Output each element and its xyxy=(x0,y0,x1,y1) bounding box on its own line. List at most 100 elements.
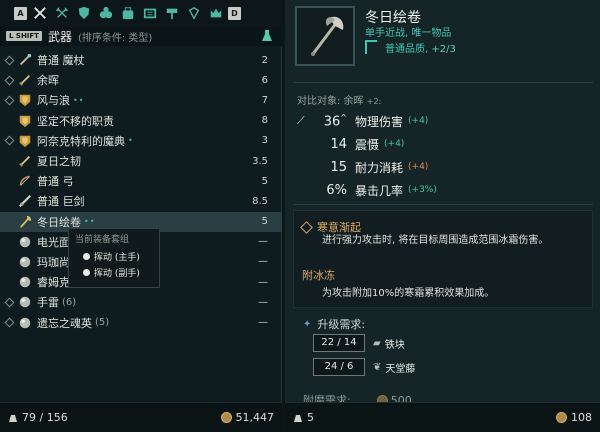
compare-target: 对比对象: 余晖 +2: xyxy=(297,92,381,107)
stat-value: 6% xyxy=(326,182,347,198)
rune-marks-icon: •• xyxy=(73,95,85,105)
weapon-row[interactable]: 阿奈克特利的魔典 • 3 xyxy=(0,131,282,151)
crossed-swords-icon[interactable] xyxy=(30,3,49,23)
item-value: 108 xyxy=(556,411,592,424)
item-quality: 普通品质, +2/3 xyxy=(385,40,456,55)
weapon-name: 夏日之韧 xyxy=(37,155,81,169)
requirement-material: ▰ 铁块 xyxy=(373,336,405,351)
stat-label: 震慑 xyxy=(355,137,380,152)
weapon-name: 遗忘之魂英 xyxy=(37,316,92,330)
tooltip-title: 当前装备套组 xyxy=(75,235,130,245)
weapon-row[interactable]: 余晖 6 xyxy=(0,70,282,90)
orb-icon xyxy=(17,254,33,270)
next-category-key[interactable]: D xyxy=(228,6,241,20)
weapon-weight: — xyxy=(258,236,268,248)
sort-shift-key[interactable]: L SHIFT xyxy=(6,31,42,41)
weapon-row[interactable]: 风与浪 •• 7 xyxy=(0,90,282,110)
orb-icon xyxy=(17,294,33,310)
tooltip-item-main-hand[interactable]: 挥动 (主手) xyxy=(83,248,153,264)
carry-weight: 79 / 156 xyxy=(8,411,68,424)
weapon-weight: 5 xyxy=(261,216,268,228)
material-name: 铁块 xyxy=(384,339,405,351)
tooltip-item-label: 挥动 (主手) xyxy=(94,252,140,263)
prev-category-key[interactable]: A xyxy=(14,6,27,20)
hammer-icon[interactable] xyxy=(162,3,181,23)
weapon-row[interactable]: 坚定不移的职责 8 xyxy=(0,111,282,131)
stat-value: 14 xyxy=(330,136,347,152)
gold-coin-icon xyxy=(556,412,567,423)
weapon-weight: — xyxy=(258,276,268,288)
scroll-icon[interactable] xyxy=(140,3,159,23)
weight-icon xyxy=(294,414,302,422)
weapon-weight: 6 xyxy=(261,74,268,86)
crown-icon[interactable] xyxy=(206,3,225,23)
requirement-amount: 24 / 6 xyxy=(313,358,365,376)
gold-value: 51,447 xyxy=(235,411,275,424)
stat-label: 耐力消耗 xyxy=(355,160,404,175)
stat-value: 15 xyxy=(330,159,347,175)
stat-delta: (+4) xyxy=(408,162,429,172)
equip-slot-icon xyxy=(4,55,15,66)
stat-row: 14 震慑 (+4) xyxy=(297,133,593,155)
quality-value: +2/3 xyxy=(431,44,456,55)
material-name: 天堂藤 xyxy=(385,363,416,375)
detail-footer: 5 108 xyxy=(285,402,600,432)
quality-label: 普通品质, xyxy=(385,44,429,55)
gem-icon[interactable] xyxy=(184,3,203,23)
orb-icon xyxy=(17,315,33,331)
rune-marks-icon: •• xyxy=(84,217,96,227)
enchant-title: 附冰冻 xyxy=(302,269,335,282)
shield-icon[interactable] xyxy=(74,3,93,23)
equip-slot-icon xyxy=(4,297,15,308)
sort-hint[interactable]: (排序条件: 类型) xyxy=(78,29,152,44)
quality-bracket-icon xyxy=(365,40,377,54)
tooltip-item-off-hand[interactable]: 挥动 (副手) xyxy=(83,264,153,280)
inventory-list-panel: A D L SHIFT 武器 (排序条件: 类型) 普通 魔杖 2 余晖 6 风… xyxy=(0,0,282,432)
sword-icon xyxy=(17,72,33,88)
requirement-amount: 22 / 14 xyxy=(313,334,365,352)
weapon-name: 普通 魔杖 xyxy=(37,54,85,68)
weapon-count: (6) xyxy=(62,296,77,308)
item-weight-value: 5 xyxy=(307,411,314,424)
weapon-row[interactable]: 普通 魔杖 2 xyxy=(0,50,282,70)
item-perks: 寒意渐起 进行强力攻击时, 将在目标周围造成范围冰霜伤害。 附冰冻 为攻击附加1… xyxy=(293,210,593,308)
weapon-weight: 5 xyxy=(261,175,268,187)
category-title: 武器 xyxy=(47,29,72,44)
orb-bullet-icon xyxy=(83,268,90,276)
diamond-icon xyxy=(300,220,313,234)
crossed-axes-icon[interactable] xyxy=(52,3,71,23)
item-weight: 5 xyxy=(293,411,314,424)
weapon-row[interactable]: 普通 弓 5 xyxy=(0,171,282,191)
weapon-weight: 2 xyxy=(261,54,268,66)
equip-slot-icon xyxy=(4,317,15,328)
weapon-weight: — xyxy=(258,256,268,268)
carry-weight-value: 79 / 156 xyxy=(22,411,68,424)
perk-description: 进行强力攻击时, 将在目标周围造成范围冰霜伤害。 xyxy=(322,235,549,246)
weapon-weight: 8 xyxy=(261,115,268,127)
weapon-weight: 3 xyxy=(261,135,268,147)
orb-bullet-icon xyxy=(83,252,90,260)
weapon-row[interactable]: 手雷 (6) — xyxy=(0,292,282,312)
sword-stat-icon: ⟋ xyxy=(297,114,305,127)
weapon-name: 电光面 xyxy=(37,235,70,249)
weapon-row[interactable]: 遗忘之魂英 (5) — xyxy=(0,312,282,332)
requirement-row: 24 / 6 ❦ 天堂藤 xyxy=(313,358,415,376)
stat-row: ⟋ 36^ 物理伤害 (+4) xyxy=(297,110,593,132)
weapon-row[interactable]: 夏日之韧 3.5 xyxy=(0,151,282,171)
weapon-name: 阿奈克特利的魔典 xyxy=(37,134,125,148)
equip-set-tooltip: 当前装备套组 挥动 (主手) 挥动 (副手) xyxy=(68,228,160,288)
battle-axe-icon xyxy=(311,16,344,56)
bag-icon[interactable] xyxy=(118,3,137,23)
weapon-name: 普通 弓 xyxy=(37,175,74,189)
item-portrait xyxy=(295,6,355,66)
unique-badge-icon xyxy=(17,92,33,108)
weapon-weight: 8.5 xyxy=(252,195,268,207)
greatsword-icon xyxy=(17,193,33,209)
weapon-row[interactable]: 普通 巨剑 8.5 xyxy=(0,191,282,211)
potion-icon[interactable] xyxy=(96,3,115,23)
weapon-name: 普通 巨剑 xyxy=(37,195,85,209)
gold-amount: 51,447 xyxy=(220,411,275,424)
stat-row: 15 耐力消耗 (+4) xyxy=(297,156,593,178)
item-detail-panel: 冬日绘卷 单手近战, 唯一物品 普通品质, +2/3 对比对象: 余晖 +2: … xyxy=(285,0,600,432)
wand-icon xyxy=(17,52,33,68)
